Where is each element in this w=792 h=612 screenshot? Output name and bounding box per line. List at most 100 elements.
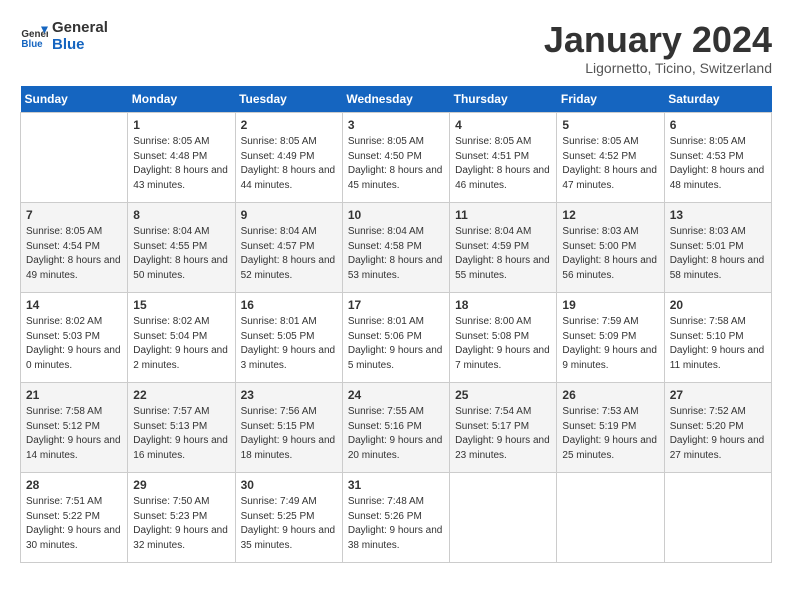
calendar-cell: 11Sunrise: 8:04 AMSunset: 4:59 PMDayligh… bbox=[450, 202, 557, 292]
day-number: 21 bbox=[26, 387, 122, 404]
calendar-cell: 27Sunrise: 7:52 AMSunset: 5:20 PMDayligh… bbox=[664, 382, 771, 472]
calendar-cell: 25Sunrise: 7:54 AMSunset: 5:17 PMDayligh… bbox=[450, 382, 557, 472]
weekday-header-monday: Monday bbox=[128, 86, 235, 113]
logo: General Blue General Blue bbox=[20, 20, 108, 53]
title-block: January 2024 Ligornetto, Ticino, Switzer… bbox=[544, 20, 772, 76]
day-number: 30 bbox=[241, 477, 337, 494]
weekday-header-sunday: Sunday bbox=[21, 86, 128, 113]
day-number: 28 bbox=[26, 477, 122, 494]
calendar-week-row: 1Sunrise: 8:05 AMSunset: 4:48 PMDaylight… bbox=[21, 112, 772, 202]
calendar-cell: 15Sunrise: 8:02 AMSunset: 5:04 PMDayligh… bbox=[128, 292, 235, 382]
calendar-cell: 10Sunrise: 8:04 AMSunset: 4:58 PMDayligh… bbox=[342, 202, 449, 292]
calendar-cell: 1Sunrise: 8:05 AMSunset: 4:48 PMDaylight… bbox=[128, 112, 235, 202]
calendar-cell bbox=[557, 472, 664, 562]
calendar-cell: 31Sunrise: 7:48 AMSunset: 5:26 PMDayligh… bbox=[342, 472, 449, 562]
weekday-header-saturday: Saturday bbox=[664, 86, 771, 113]
calendar-cell bbox=[664, 472, 771, 562]
calendar-cell: 16Sunrise: 8:01 AMSunset: 5:05 PMDayligh… bbox=[235, 292, 342, 382]
calendar-week-row: 7Sunrise: 8:05 AMSunset: 4:54 PMDaylight… bbox=[21, 202, 772, 292]
svg-text:Blue: Blue bbox=[21, 38, 43, 49]
calendar-cell: 18Sunrise: 8:00 AMSunset: 5:08 PMDayligh… bbox=[450, 292, 557, 382]
day-info: Sunrise: 7:56 AMSunset: 5:15 PMDaylight:… bbox=[241, 405, 337, 463]
logo-icon: General Blue bbox=[20, 23, 48, 51]
header: General Blue General Blue January 2024 L… bbox=[20, 20, 772, 76]
calendar-cell: 8Sunrise: 8:04 AMSunset: 4:55 PMDaylight… bbox=[128, 202, 235, 292]
day-info: Sunrise: 7:58 AMSunset: 5:10 PMDaylight:… bbox=[670, 315, 766, 373]
day-number: 9 bbox=[241, 207, 337, 224]
day-number: 16 bbox=[241, 297, 337, 314]
day-info: Sunrise: 7:52 AMSunset: 5:20 PMDaylight:… bbox=[670, 405, 766, 463]
calendar-cell: 23Sunrise: 7:56 AMSunset: 5:15 PMDayligh… bbox=[235, 382, 342, 472]
day-number: 13 bbox=[670, 207, 766, 224]
day-info: Sunrise: 8:01 AMSunset: 5:05 PMDaylight:… bbox=[241, 315, 337, 373]
weekday-header-tuesday: Tuesday bbox=[235, 86, 342, 113]
weekday-header-row: SundayMondayTuesdayWednesdayThursdayFrid… bbox=[21, 86, 772, 113]
weekday-header-wednesday: Wednesday bbox=[342, 86, 449, 113]
day-number: 19 bbox=[562, 297, 658, 314]
day-number: 12 bbox=[562, 207, 658, 224]
calendar-cell: 19Sunrise: 7:59 AMSunset: 5:09 PMDayligh… bbox=[557, 292, 664, 382]
calendar-cell bbox=[450, 472, 557, 562]
day-info: Sunrise: 7:54 AMSunset: 5:17 PMDaylight:… bbox=[455, 405, 551, 463]
calendar-cell bbox=[21, 112, 128, 202]
day-number: 10 bbox=[348, 207, 444, 224]
day-info: Sunrise: 7:55 AMSunset: 5:16 PMDaylight:… bbox=[348, 405, 444, 463]
day-info: Sunrise: 8:05 AMSunset: 4:52 PMDaylight:… bbox=[562, 135, 658, 193]
calendar-cell: 14Sunrise: 8:02 AMSunset: 5:03 PMDayligh… bbox=[21, 292, 128, 382]
calendar-cell: 9Sunrise: 8:04 AMSunset: 4:57 PMDaylight… bbox=[235, 202, 342, 292]
day-info: Sunrise: 7:51 AMSunset: 5:22 PMDaylight:… bbox=[26, 495, 122, 553]
day-info: Sunrise: 7:48 AMSunset: 5:26 PMDaylight:… bbox=[348, 495, 444, 553]
day-number: 15 bbox=[133, 297, 229, 314]
weekday-header-thursday: Thursday bbox=[450, 86, 557, 113]
day-info: Sunrise: 8:03 AMSunset: 5:00 PMDaylight:… bbox=[562, 225, 658, 283]
day-info: Sunrise: 7:58 AMSunset: 5:12 PMDaylight:… bbox=[26, 405, 122, 463]
calendar-subtitle: Ligornetto, Ticino, Switzerland bbox=[544, 60, 772, 76]
day-number: 23 bbox=[241, 387, 337, 404]
day-info: Sunrise: 8:05 AMSunset: 4:54 PMDaylight:… bbox=[26, 225, 122, 283]
day-info: Sunrise: 7:50 AMSunset: 5:23 PMDaylight:… bbox=[133, 495, 229, 553]
day-info: Sunrise: 8:01 AMSunset: 5:06 PMDaylight:… bbox=[348, 315, 444, 373]
day-number: 4 bbox=[455, 117, 551, 134]
day-info: Sunrise: 8:02 AMSunset: 5:04 PMDaylight:… bbox=[133, 315, 229, 373]
calendar-cell: 24Sunrise: 7:55 AMSunset: 5:16 PMDayligh… bbox=[342, 382, 449, 472]
calendar-cell: 4Sunrise: 8:05 AMSunset: 4:51 PMDaylight… bbox=[450, 112, 557, 202]
day-number: 24 bbox=[348, 387, 444, 404]
calendar-cell: 20Sunrise: 7:58 AMSunset: 5:10 PMDayligh… bbox=[664, 292, 771, 382]
day-info: Sunrise: 8:04 AMSunset: 4:58 PMDaylight:… bbox=[348, 225, 444, 283]
day-info: Sunrise: 8:05 AMSunset: 4:50 PMDaylight:… bbox=[348, 135, 444, 193]
calendar-cell: 21Sunrise: 7:58 AMSunset: 5:12 PMDayligh… bbox=[21, 382, 128, 472]
calendar-cell: 30Sunrise: 7:49 AMSunset: 5:25 PMDayligh… bbox=[235, 472, 342, 562]
calendar-cell: 26Sunrise: 7:53 AMSunset: 5:19 PMDayligh… bbox=[557, 382, 664, 472]
day-info: Sunrise: 8:02 AMSunset: 5:03 PMDaylight:… bbox=[26, 315, 122, 373]
day-info: Sunrise: 8:04 AMSunset: 4:57 PMDaylight:… bbox=[241, 225, 337, 283]
calendar-week-row: 14Sunrise: 8:02 AMSunset: 5:03 PMDayligh… bbox=[21, 292, 772, 382]
day-number: 11 bbox=[455, 207, 551, 224]
calendar-title: January 2024 bbox=[544, 20, 772, 60]
day-number: 27 bbox=[670, 387, 766, 404]
calendar-cell: 2Sunrise: 8:05 AMSunset: 4:49 PMDaylight… bbox=[235, 112, 342, 202]
calendar-cell: 6Sunrise: 8:05 AMSunset: 4:53 PMDaylight… bbox=[664, 112, 771, 202]
calendar-cell: 13Sunrise: 8:03 AMSunset: 5:01 PMDayligh… bbox=[664, 202, 771, 292]
day-number: 3 bbox=[348, 117, 444, 134]
calendar-cell: 5Sunrise: 8:05 AMSunset: 4:52 PMDaylight… bbox=[557, 112, 664, 202]
day-number: 5 bbox=[562, 117, 658, 134]
day-info: Sunrise: 8:04 AMSunset: 4:55 PMDaylight:… bbox=[133, 225, 229, 283]
day-number: 8 bbox=[133, 207, 229, 224]
day-info: Sunrise: 8:05 AMSunset: 4:51 PMDaylight:… bbox=[455, 135, 551, 193]
day-number: 20 bbox=[670, 297, 766, 314]
calendar-table: SundayMondayTuesdayWednesdayThursdayFrid… bbox=[20, 86, 772, 563]
calendar-week-row: 21Sunrise: 7:58 AMSunset: 5:12 PMDayligh… bbox=[21, 382, 772, 472]
day-info: Sunrise: 8:05 AMSunset: 4:48 PMDaylight:… bbox=[133, 135, 229, 193]
day-number: 14 bbox=[26, 297, 122, 314]
day-number: 29 bbox=[133, 477, 229, 494]
day-number: 1 bbox=[133, 117, 229, 134]
day-number: 22 bbox=[133, 387, 229, 404]
day-info: Sunrise: 8:05 AMSunset: 4:49 PMDaylight:… bbox=[241, 135, 337, 193]
day-info: Sunrise: 7:59 AMSunset: 5:09 PMDaylight:… bbox=[562, 315, 658, 373]
calendar-cell: 29Sunrise: 7:50 AMSunset: 5:23 PMDayligh… bbox=[128, 472, 235, 562]
day-info: Sunrise: 7:49 AMSunset: 5:25 PMDaylight:… bbox=[241, 495, 337, 553]
day-info: Sunrise: 8:00 AMSunset: 5:08 PMDaylight:… bbox=[455, 315, 551, 373]
day-number: 7 bbox=[26, 207, 122, 224]
day-number: 25 bbox=[455, 387, 551, 404]
day-number: 31 bbox=[348, 477, 444, 494]
